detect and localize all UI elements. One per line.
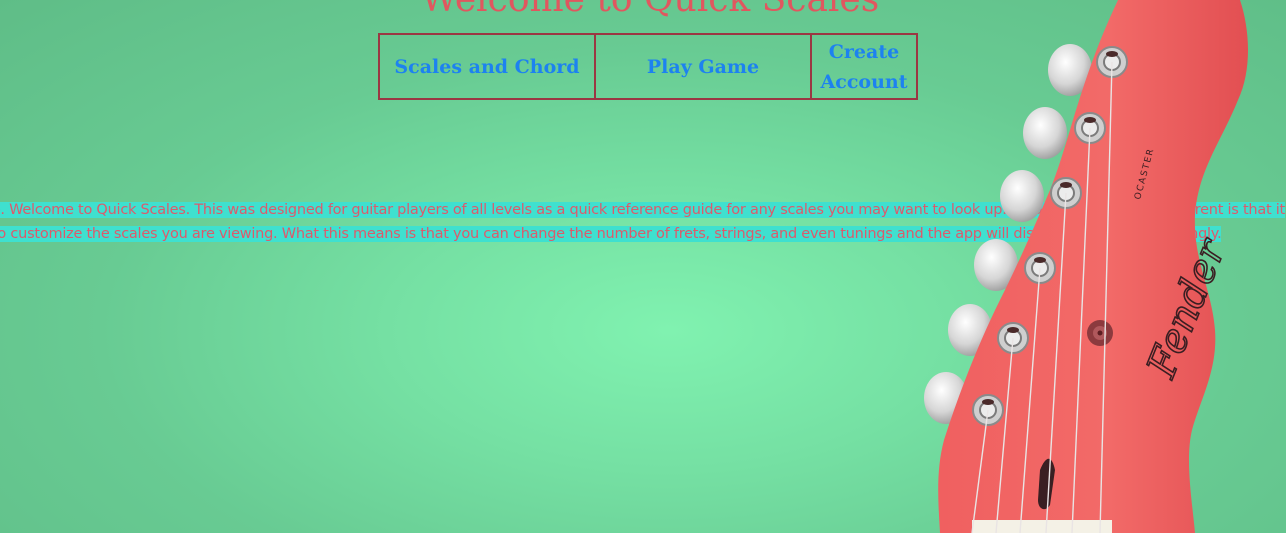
nav-scales-and-chord[interactable]: Scales and Chord: [378, 33, 596, 100]
nav-play-game[interactable]: Play Game: [594, 33, 812, 100]
guitar-headstock-image: Fender OCASTER: [900, 0, 1286, 533]
tuner-peg-2: [1023, 107, 1067, 159]
guitar-headstock-illustration: Fender OCASTER: [924, 0, 1248, 533]
string-tree: [1087, 320, 1113, 346]
guitar-nut: [972, 520, 1112, 533]
tuner-peg-3: [1000, 170, 1044, 222]
main-nav: Scales and Chord Play Game Create Accoun…: [378, 33, 918, 100]
